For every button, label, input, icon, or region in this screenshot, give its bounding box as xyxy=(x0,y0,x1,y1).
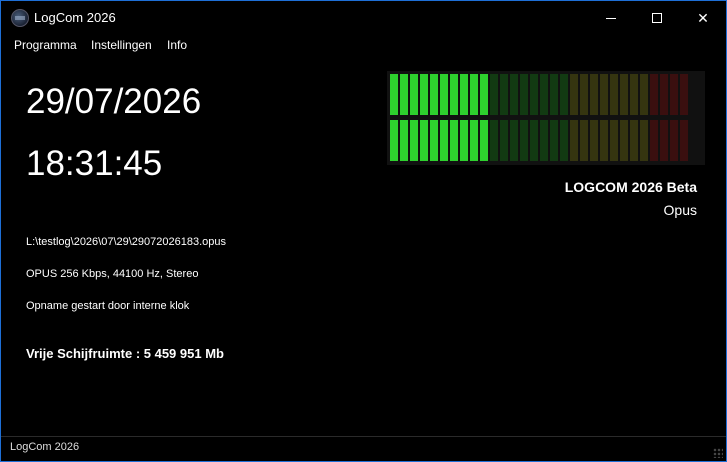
maximize-button[interactable] xyxy=(634,1,680,35)
vu-segment xyxy=(540,74,548,115)
vu-segment xyxy=(410,74,418,115)
vu-segment xyxy=(550,74,558,115)
vu-segment xyxy=(650,74,658,115)
vu-segment xyxy=(560,74,568,115)
vu-segment xyxy=(420,120,428,161)
vu-segment xyxy=(560,120,568,161)
vu-segment xyxy=(490,74,498,115)
codec-label: Opus xyxy=(663,202,697,218)
vu-segment xyxy=(470,74,478,115)
vu-segment xyxy=(670,120,678,161)
recording-file-path: L:\testlog\2026\07\29\29072026183.opus xyxy=(26,236,227,248)
vu-segment xyxy=(630,120,638,161)
vu-segment xyxy=(390,120,398,161)
maximize-icon xyxy=(652,13,662,23)
vu-segment xyxy=(540,120,548,161)
vu-segment xyxy=(450,120,458,161)
menu-info[interactable]: Info xyxy=(167,38,187,52)
minimize-icon xyxy=(606,17,616,19)
vu-segment xyxy=(640,120,648,161)
vu-segment xyxy=(510,120,518,161)
vu-segment xyxy=(420,74,428,115)
vu-segment xyxy=(520,74,528,115)
logcom-app-icon xyxy=(11,9,29,27)
title-bar[interactable]: LogCom 2026 ✕ xyxy=(1,1,726,35)
current-date: 29/07/2026 xyxy=(26,82,202,121)
menu-programma[interactable]: Programma xyxy=(14,38,77,52)
vu-meter-left-channel xyxy=(390,74,688,115)
vu-segment xyxy=(670,74,678,115)
vu-segment xyxy=(660,120,668,161)
vu-segment xyxy=(580,74,588,115)
product-name: LOGCOM 2026 Beta xyxy=(564,179,697,195)
vu-segment xyxy=(460,74,468,115)
vu-segment xyxy=(400,120,408,161)
vu-segment xyxy=(490,120,498,161)
recording-status: Opname gestart door interne klok xyxy=(26,300,190,312)
menu-bar: Programma Instellingen Info xyxy=(1,35,726,55)
minimize-button[interactable] xyxy=(588,1,634,35)
vu-segment xyxy=(500,120,508,161)
vu-meter-right-channel xyxy=(390,120,688,161)
vu-segment xyxy=(430,74,438,115)
app-window: LogCom 2026 ✕ Programma Instellingen Inf… xyxy=(0,0,727,462)
vu-segment xyxy=(520,120,528,161)
vu-segment xyxy=(660,74,668,115)
vu-segment xyxy=(570,120,578,161)
status-bar: LogCom 2026 xyxy=(1,436,726,461)
vu-segment xyxy=(470,120,478,161)
vu-segment xyxy=(440,120,448,161)
vu-segment xyxy=(400,74,408,115)
vu-segment xyxy=(680,74,688,115)
vu-segment xyxy=(590,120,598,161)
vu-segment xyxy=(480,74,488,115)
disk-free-space: Vrije Schijfruimte : 5 459 951 Mb xyxy=(26,346,224,361)
vu-segment xyxy=(680,120,688,161)
vu-segment xyxy=(610,120,618,161)
vu-segment xyxy=(620,120,628,161)
vu-segment xyxy=(600,120,608,161)
vu-segment xyxy=(650,120,658,161)
vu-segment xyxy=(450,74,458,115)
close-button[interactable]: ✕ xyxy=(680,1,726,35)
close-icon: ✕ xyxy=(697,9,709,26)
vu-segment xyxy=(610,74,618,115)
vu-segment xyxy=(600,74,608,115)
vu-segment xyxy=(480,120,488,161)
vu-segment xyxy=(390,74,398,115)
vu-segment xyxy=(620,74,628,115)
resize-grip[interactable] xyxy=(713,448,723,458)
vu-segment xyxy=(410,120,418,161)
menu-instellingen[interactable]: Instellingen xyxy=(91,38,152,52)
recording-format: OPUS 256 Kbps, 44100 Hz, Stereo xyxy=(26,268,199,280)
vu-segment xyxy=(500,74,508,115)
vu-segment xyxy=(460,120,468,161)
status-bar-text: LogCom 2026 xyxy=(10,441,80,453)
vu-segment xyxy=(640,74,648,115)
vu-segment xyxy=(510,74,518,115)
vu-segment xyxy=(550,120,558,161)
vu-segment xyxy=(580,120,588,161)
vu-segment xyxy=(530,74,538,115)
vu-segment xyxy=(530,120,538,161)
vu-segment xyxy=(430,120,438,161)
vu-meter xyxy=(387,71,705,165)
window-title: LogCom 2026 xyxy=(34,10,116,25)
vu-segment xyxy=(590,74,598,115)
current-time: 18:31:45 xyxy=(26,144,163,183)
vu-segment xyxy=(630,74,638,115)
vu-segment xyxy=(570,74,578,115)
vu-segment xyxy=(440,74,448,115)
